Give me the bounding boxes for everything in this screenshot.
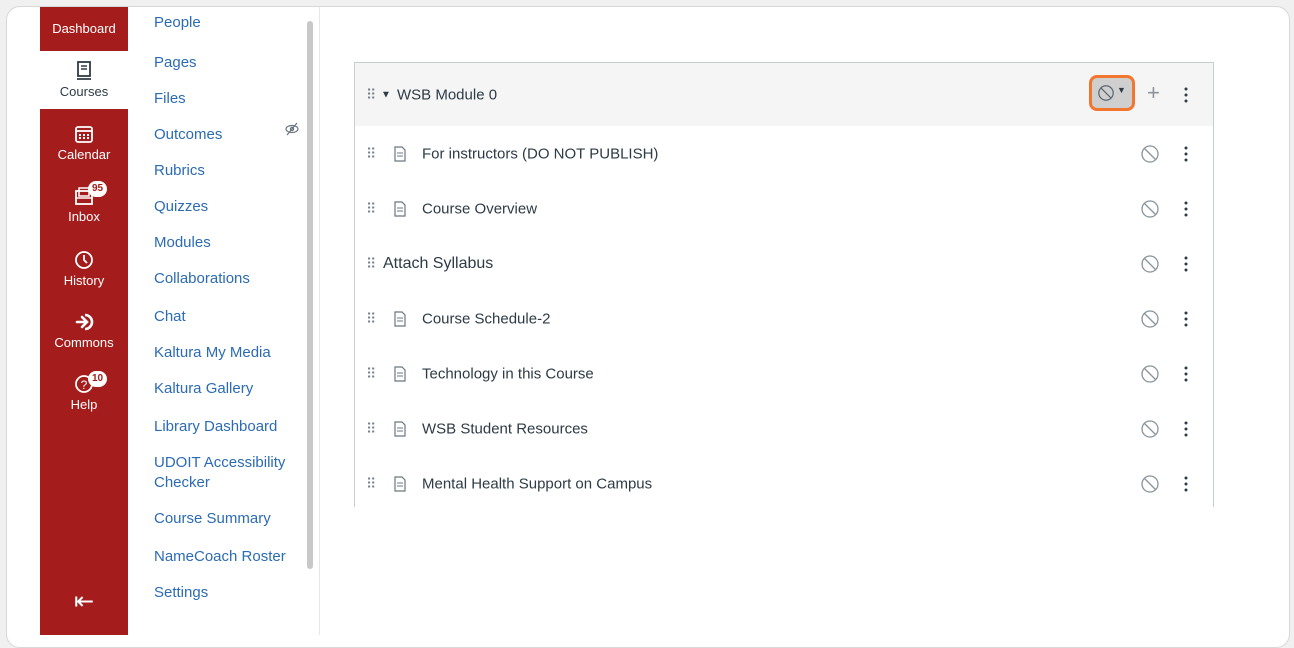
drag-handle-icon[interactable]: ⠿	[366, 86, 376, 103]
drag-handle-icon[interactable]: ⠿	[366, 145, 376, 162]
course-nav-pages[interactable]: Pages	[154, 53, 197, 73]
global-nav: Dashboard Courses Calendar 95 Inbox Hist…	[40, 7, 128, 635]
course-nav-chat[interactable]: Chat	[154, 307, 186, 327]
courses-icon	[77, 61, 91, 80]
unpublished-icon[interactable]	[1139, 143, 1161, 165]
course-nav-quizzes[interactable]: Quizzes	[154, 197, 208, 217]
nav-commons-label: Commons	[54, 335, 114, 350]
nav-courses[interactable]: Courses	[40, 51, 128, 109]
page-icon	[394, 310, 406, 327]
module-item[interactable]: ⠿ Course Schedule-2	[355, 291, 1213, 347]
nav-calendar-label: Calendar	[57, 147, 111, 162]
more-options-icon[interactable]	[1183, 86, 1189, 104]
collapse-nav-icon[interactable]: ⇤	[74, 587, 94, 616]
nav-inbox-label: Inbox	[68, 209, 100, 224]
publish-menu-button[interactable]: ▼	[1089, 75, 1135, 111]
unpublished-icon	[1098, 85, 1114, 101]
course-nav-settings[interactable]: Settings	[154, 583, 208, 603]
more-options-icon[interactable]	[1183, 310, 1189, 328]
course-nav-outcomes[interactable]: Outcomes	[154, 125, 222, 145]
inbox-badge: 95	[88, 181, 108, 197]
unpublished-icon[interactable]	[1139, 198, 1161, 220]
help-badge: 10	[88, 371, 108, 387]
more-options-icon[interactable]	[1183, 475, 1189, 493]
collapse-caret-icon[interactable]: ▼	[381, 89, 391, 100]
course-nav-collaborations[interactable]: Collaborations	[154, 269, 250, 289]
module-header[interactable]: ⠿ ▼ WSB Module 0 ▼ +	[355, 63, 1213, 127]
drag-handle-icon[interactable]: ⠿	[366, 200, 376, 217]
course-nav: People Pages Files Outcomes Rubrics Quiz…	[154, 7, 304, 635]
module-item-title[interactable]: Course Schedule-2	[422, 310, 550, 327]
page-icon	[394, 365, 406, 382]
svg-text:?: ?	[81, 378, 88, 392]
module-title: WSB Module 0	[397, 86, 498, 103]
course-nav-udoit[interactable]: UDOIT Accessibility	[154, 453, 285, 473]
module-item[interactable]: ⠿ Mental Health Support on Campus	[355, 456, 1213, 511]
nav-calendar[interactable]: Calendar	[40, 123, 128, 163]
course-nav-scrollbar[interactable]	[307, 21, 313, 569]
divider	[319, 7, 320, 635]
more-options-icon[interactable]	[1183, 255, 1189, 273]
calendar-icon	[75, 126, 93, 143]
drag-handle-icon[interactable]: ⠿	[366, 475, 376, 492]
module-subheader[interactable]: ⠿ Attach Syllabus	[355, 236, 1213, 292]
module-item-title[interactable]: For instructors (DO NOT PUBLISH)	[422, 145, 658, 162]
more-options-icon[interactable]	[1183, 145, 1189, 163]
nav-commons[interactable]: Commons	[40, 311, 128, 351]
page-icon	[394, 145, 406, 162]
course-nav-kaltura-gallery[interactable]: Kaltura Gallery	[154, 379, 253, 399]
drag-handle-icon[interactable]: ⠿	[366, 365, 376, 382]
course-nav-namecoach[interactable]: NameCoach Roster	[154, 547, 286, 567]
page-icon	[394, 475, 406, 492]
unpublished-icon[interactable]	[1139, 418, 1161, 440]
page-icon	[394, 420, 406, 437]
nav-history-label: History	[63, 273, 105, 288]
page-icon	[394, 200, 406, 217]
unpublished-icon[interactable]	[1139, 363, 1161, 385]
course-nav-library-dashboard[interactable]: Library Dashboard	[154, 417, 277, 437]
module-item[interactable]: ⠿ Technology in this Course	[355, 346, 1213, 402]
course-nav-udoit-line2[interactable]: Checker	[154, 473, 210, 493]
module-item-title[interactable]: Technology in this Course	[422, 365, 594, 382]
drag-handle-icon[interactable]: ⠿	[366, 255, 376, 272]
unpublished-icon[interactable]	[1139, 473, 1161, 495]
nav-inbox[interactable]: 95 Inbox	[40, 181, 128, 225]
drag-handle-icon[interactable]: ⠿	[366, 310, 376, 327]
nav-help[interactable]: ? 10 Help	[40, 371, 128, 413]
module-item-title[interactable]: Course Overview	[422, 200, 537, 217]
course-nav-modules[interactable]: Modules	[154, 233, 211, 253]
unpublished-icon[interactable]	[1139, 253, 1161, 275]
more-options-icon[interactable]	[1183, 200, 1189, 218]
window: Dashboard Courses Calendar 95 Inbox Hist…	[6, 6, 1290, 648]
add-item-button[interactable]: +	[1147, 79, 1160, 107]
hidden-eye-icon	[285, 122, 299, 136]
clock-icon	[75, 251, 93, 269]
nav-history[interactable]: History	[40, 249, 128, 289]
more-options-icon[interactable]	[1183, 365, 1189, 383]
module-item-title[interactable]: Mental Health Support on Campus	[422, 475, 652, 492]
subheader-title: Attach Syllabus	[383, 254, 494, 272]
course-nav-kaltura-my-media[interactable]: Kaltura My Media	[154, 343, 271, 363]
drag-handle-icon[interactable]: ⠿	[366, 420, 376, 437]
module-item[interactable]: ⠿ WSB Student Resources	[355, 401, 1213, 457]
unpublished-icon[interactable]	[1139, 308, 1161, 330]
course-nav-files[interactable]: Files	[154, 89, 186, 109]
course-nav-course-summary[interactable]: Course Summary	[154, 509, 271, 529]
more-options-icon[interactable]	[1183, 420, 1189, 438]
module-item[interactable]: ⠿ For instructors (DO NOT PUBLISH)	[355, 126, 1213, 182]
dropdown-caret-icon: ▼	[1117, 85, 1126, 95]
nav-help-label: Help	[70, 397, 98, 412]
course-nav-people[interactable]: People	[154, 13, 201, 33]
commons-icon	[75, 313, 94, 331]
nav-dashboard[interactable]: Dashboard	[40, 21, 128, 37]
module-container: ⠿ ▼ WSB Module 0 ▼ + ⠿ For instructors (…	[354, 62, 1214, 511]
course-nav-rubrics[interactable]: Rubrics	[154, 161, 205, 181]
module-item[interactable]: ⠿ Course Overview	[355, 181, 1213, 237]
module-item-title[interactable]: WSB Student Resources	[422, 420, 588, 437]
nav-courses-label: Courses	[59, 84, 109, 99]
